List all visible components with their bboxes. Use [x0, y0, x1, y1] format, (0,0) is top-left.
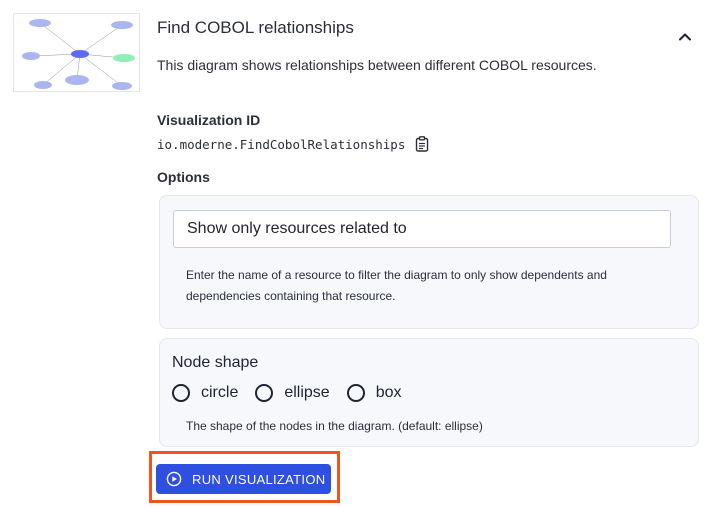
radio-label-box: box: [375, 384, 402, 401]
copy-button[interactable]: [415, 135, 431, 153]
radio-option-ellipse[interactable]: ellipse: [255, 384, 330, 402]
run-visualization-button[interactable]: RUN VISUALIZATION: [156, 464, 331, 494]
recipe-description: This diagram shows relationships between…: [157, 57, 597, 73]
radio-label-circle: circle: [201, 384, 239, 401]
node-shape-help-text: The shape of the nodes in the diagram. (…: [186, 419, 483, 433]
radio-button-box[interactable]: [346, 384, 365, 402]
filter-option-card: Enter the name of a resource to filter t…: [159, 195, 699, 329]
node-shape-option-card: Node shape circle ellipse box The shape …: [159, 338, 699, 447]
diagram-thumbnail-graphic: [22, 19, 135, 90]
node-shape-label: Node shape: [172, 354, 259, 371]
radio-option-box[interactable]: box: [346, 384, 402, 402]
play-circle-icon: [166, 471, 182, 487]
diagram-thumbnail[interactable]: [13, 13, 140, 92]
visualization-id-value: io.moderne.FindCobolRelationships: [157, 136, 406, 152]
collapse-button[interactable]: [674, 26, 696, 46]
radio-button-circle[interactable]: [172, 384, 190, 402]
radio-option-circle[interactable]: circle: [172, 384, 238, 402]
clipboard-icon: [416, 136, 429, 152]
filter-resource-input[interactable]: [173, 210, 671, 248]
radio-label-ellipse: ellipse: [284, 384, 330, 401]
recipe-title: Find COBOL relationships: [157, 18, 354, 37]
node-shape-radio-group: circle ellipse box: [172, 384, 419, 402]
options-heading: Options: [157, 169, 210, 185]
visualization-id-row: io.moderne.FindCobolRelationships: [157, 135, 431, 153]
chevron-up-icon: [679, 33, 691, 40]
visualization-id-heading: Visualization ID: [157, 112, 261, 128]
filter-help-text: Enter the name of a resource to filter t…: [186, 268, 607, 303]
run-visualization-label: RUN VISUALIZATION: [192, 471, 326, 487]
radio-button-ellipse[interactable]: [255, 384, 274, 402]
